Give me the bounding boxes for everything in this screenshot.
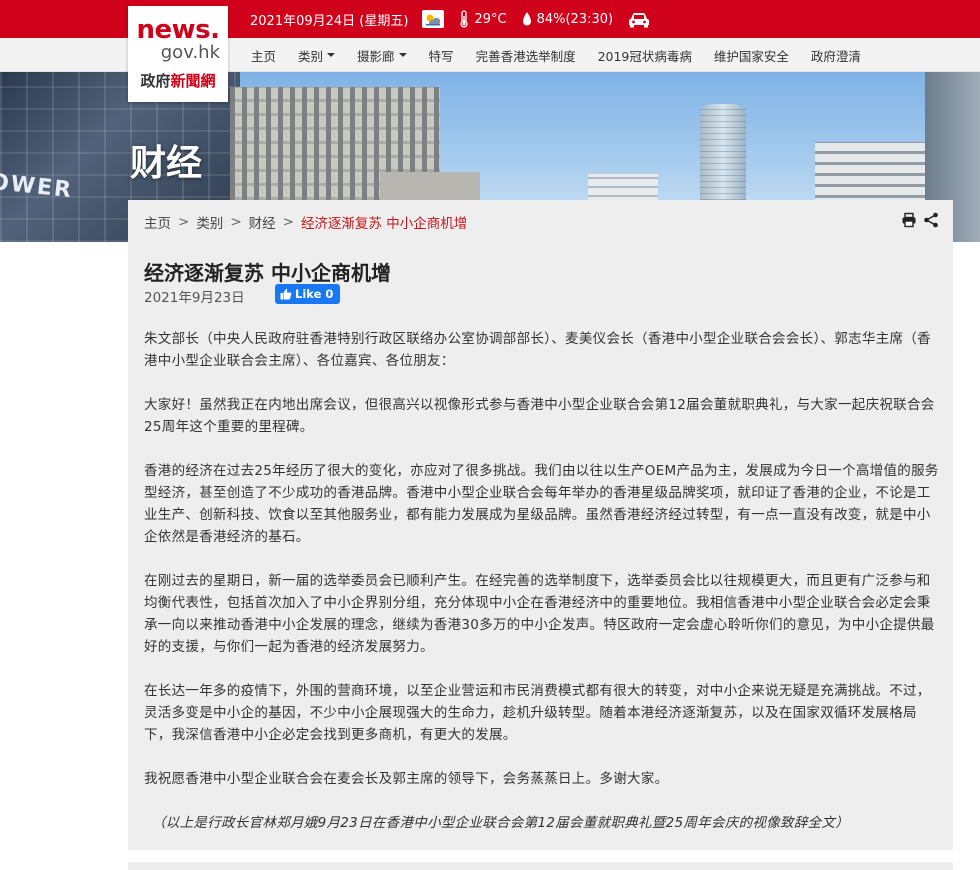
temperature[interactable]: 29°C bbox=[458, 10, 507, 28]
nav-item-category[interactable]: 类别 bbox=[287, 46, 346, 65]
nav-item-features[interactable]: 特写 bbox=[418, 46, 465, 65]
breadcrumb-current: 经济逐渐复苏 中小企商机增 bbox=[300, 216, 468, 232]
weather-info: 2021年09月24日 (星期五) 29°C 84%(23:30) bbox=[250, 0, 665, 38]
article-tools bbox=[895, 212, 939, 228]
car-traffic-icon[interactable] bbox=[627, 10, 651, 28]
article-body: 朱文部长（中央人民政府驻香港特别行政区联络办公室协调部部长）、麦美仪会长（香港中… bbox=[144, 328, 940, 856]
breadcrumb-item-home[interactable]: 主页 bbox=[144, 212, 171, 232]
article-paragraph: 香港的经济在过去25年经历了很大的变化，亦应对了很多挑战。我们由以往以生产OEM… bbox=[144, 463, 939, 545]
breadcrumb-separator: > bbox=[230, 214, 242, 230]
article-paragraph: 在长达一年多的疫情下，外围的营商环境，以至企业营运和市民消费模式都有很大的转变，… bbox=[144, 683, 931, 743]
article-note: （以上是行政长官林郑月娥9月23日在香港中小型企业联合会第12届会董就职典礼暨2… bbox=[152, 815, 850, 831]
footer-divider bbox=[128, 862, 953, 870]
article-title: 经济逐渐复苏 中小企商机增 bbox=[144, 261, 391, 285]
article-paragraph: 在刚过去的星期日，新一届的选举委员会已顺利产生。在经完善的选举制度下，选举委员会… bbox=[144, 573, 935, 655]
humidity[interactable]: 84%(23:30) bbox=[521, 10, 614, 28]
nav-list: 主页 类别 摄影廊 特写 完善香港选举制度 2019冠状病毒病 维护国家安全 政… bbox=[240, 38, 872, 72]
nav-item-national-security[interactable]: 维护国家安全 bbox=[703, 46, 800, 65]
print-icon[interactable] bbox=[901, 212, 917, 228]
category-title: 财经 bbox=[130, 143, 203, 184]
nav-item-gallery[interactable]: 摄影廊 bbox=[346, 46, 418, 65]
nav-item-covid19[interactable]: 2019冠状病毒病 bbox=[587, 46, 703, 65]
site-logo[interactable]: news. gov.hk 政府新聞網 bbox=[128, 6, 228, 102]
logo-line3: 政府新聞網 bbox=[140, 72, 216, 90]
facebook-like-button[interactable]: Like 0 bbox=[275, 284, 341, 304]
thermometer-icon bbox=[460, 10, 469, 28]
article-paragraph: 大家好！虽然我正在内地出席会议，但很高兴以视像形式参与香港中小型企业联合会第12… bbox=[144, 397, 935, 435]
breadcrumb-separator: > bbox=[178, 214, 190, 230]
nav-item-clarifications[interactable]: 政府澄清 bbox=[800, 46, 872, 65]
date-text: 2021年09月24日 (星期五) bbox=[250, 13, 409, 29]
article-date: 2021年9月23日 bbox=[144, 290, 245, 306]
logo-line1: news. bbox=[136, 15, 220, 45]
breadcrumb-item-finance[interactable]: 财经 bbox=[249, 212, 276, 232]
article-paragraph: 我祝愿香港中小型企业联合会在麦会长及郭主席的领导下，会务蒸蒸日上。多谢大家。 bbox=[144, 771, 669, 787]
nav-item-home[interactable]: 主页 bbox=[240, 46, 287, 65]
like-count-label: Like 0 bbox=[295, 287, 334, 301]
article-paragraph: 朱文部长（中央人民政府驻香港特别行政区联络办公室协调部部长）、麦美仪会长（香港中… bbox=[144, 331, 931, 369]
chevron-down-icon bbox=[398, 53, 407, 57]
article-card: 主页 > 类别 > 财经 > 经济逐渐复苏 中小企商机增 经济逐渐复苏 中小企商… bbox=[128, 200, 953, 850]
nav-item-electoral-system[interactable]: 完善香港选举制度 bbox=[465, 46, 587, 65]
humidity-value: 84%(23:30) bbox=[536, 11, 614, 27]
breadcrumb-separator: > bbox=[282, 214, 294, 230]
logo-line2: gov.hk bbox=[160, 42, 220, 63]
breadcrumb-item-category[interactable]: 类别 bbox=[196, 212, 223, 232]
humidity-drop-icon bbox=[522, 12, 531, 26]
chevron-down-icon bbox=[327, 53, 336, 57]
breadcrumb: 主页 > 类别 > 财经 > 经济逐渐复苏 中小企商机增 bbox=[144, 212, 467, 232]
temperature-value: 29°C bbox=[474, 11, 507, 27]
share-icon[interactable] bbox=[923, 212, 939, 228]
weather-partly-cloudy-icon[interactable] bbox=[422, 10, 445, 28]
thumbs-up-icon bbox=[280, 288, 292, 300]
